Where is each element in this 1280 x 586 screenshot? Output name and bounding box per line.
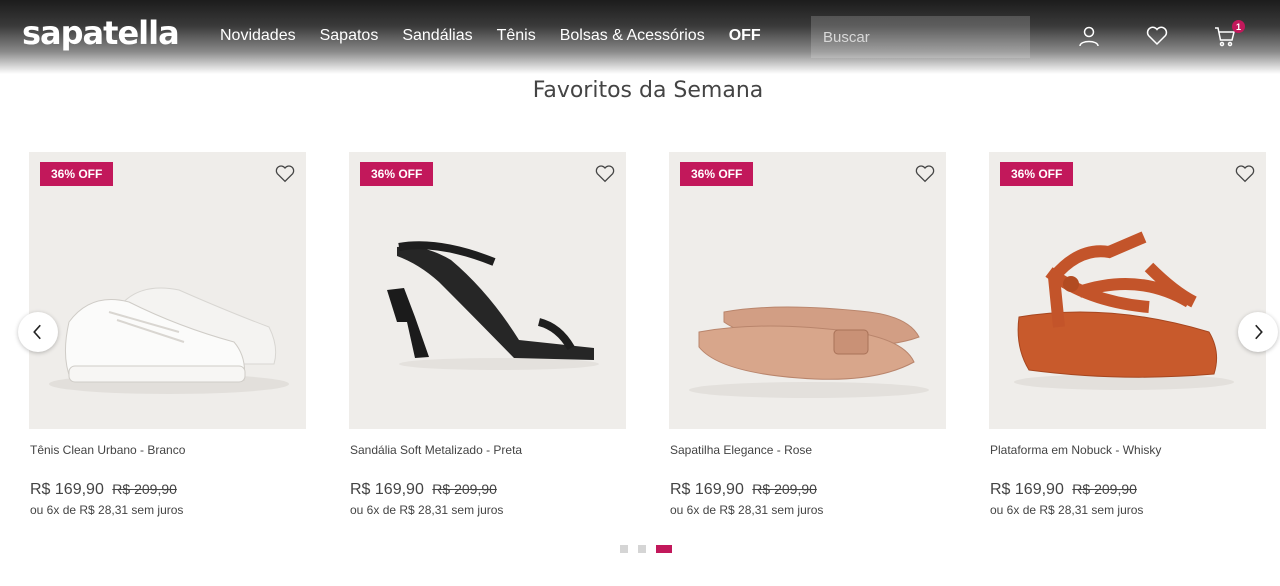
current-price: R$ 169,90 [350,481,424,498]
installments-text: ou 6x de R$ 28,31 sem juros [990,503,1144,517]
discount-badge: 36% OFF [680,162,754,186]
carousel-dot-3-active[interactable] [656,545,672,553]
product-card[interactable]: 36% OFF Sapatilha Elegance - Rose R$ 169… [669,152,946,517]
discount-badge: 36% OFF [1000,162,1074,186]
nav-item-tenis[interactable]: Tênis [497,27,536,45]
nav-item-bolsas[interactable]: Bolsas & Acessórios [560,27,705,45]
product-price: R$ 169,90 R$ 209,90 [670,481,817,499]
product-name[interactable]: Tênis Clean Urbano - Branco [30,443,185,457]
site-header: sapatella Novidades Sapatos Sandálias Tê… [0,0,1280,74]
section-title: Favoritos da Semana [532,78,764,103]
chevron-right-icon [1255,324,1263,340]
platform-illustration [1014,231,1234,390]
product-price: R$ 169,90 R$ 209,90 [990,481,1137,499]
product-card[interactable]: 36% OFF Plataforma em Nobuck - Whisky R$… [989,152,1266,517]
heart-icon[interactable] [1145,24,1169,48]
installments-text: ou 6x de R$ 28,31 sem juros [670,503,824,517]
chevron-left-icon [33,324,41,340]
old-price: R$ 209,90 [432,481,497,497]
heart-icon[interactable] [594,163,616,185]
sandal-illustration [387,241,599,370]
sneaker-illustration [49,287,289,394]
product-name[interactable]: Sandália Soft Metalizado - Preta [350,443,522,457]
user-icon[interactable] [1077,24,1101,48]
product-price: R$ 169,90 R$ 209,90 [350,481,497,499]
old-price: R$ 209,90 [752,481,817,497]
carousel-dot-1[interactable] [620,545,628,553]
current-price: R$ 169,90 [30,481,104,498]
product-price: R$ 169,90 R$ 209,90 [30,481,177,499]
heart-icon[interactable] [274,163,296,185]
product-image[interactable]: 36% OFF [29,152,306,429]
carousel-next-button[interactable] [1238,312,1278,352]
installments-text: ou 6x de R$ 28,31 sem juros [30,503,184,517]
nav-item-sapatos[interactable]: Sapatos [320,27,379,45]
old-price: R$ 209,90 [1072,481,1137,497]
installments-text: ou 6x de R$ 28,31 sem juros [350,503,504,517]
product-image[interactable]: 36% OFF [349,152,626,429]
site-logo[interactable]: sapatella [22,14,180,52]
product-card[interactable]: 36% OFF Tênis Clean Urbano - Branco R$ 1… [29,152,306,517]
cart-count-badge: 1 [1232,20,1245,33]
current-price: R$ 169,90 [990,481,1064,498]
product-image[interactable]: 36% OFF [989,152,1266,429]
product-name[interactable]: Sapatilha Elegance - Rose [670,443,812,457]
product-card[interactable]: 36% OFF Sandália Soft Metalizado - Preta… [349,152,626,517]
product-name[interactable]: Plataforma em Nobuck - Whisky [990,443,1161,457]
carousel-pagination [620,545,672,553]
search-box [811,16,1030,58]
product-image[interactable]: 36% OFF [669,152,946,429]
carousel-prev-button[interactable] [18,312,58,352]
discount-badge: 36% OFF [360,162,434,186]
heart-icon[interactable] [1234,163,1256,185]
old-price: R$ 209,90 [112,481,177,497]
search-input[interactable] [823,28,1022,46]
current-price: R$ 169,90 [670,481,744,498]
main-nav: Novidades Sapatos Sandálias Tênis Bolsas… [220,27,761,45]
flat-illustration [689,306,929,398]
carousel-dot-2[interactable] [638,545,646,553]
nav-item-off[interactable]: OFF [729,27,761,45]
heart-icon[interactable] [914,163,936,185]
nav-item-novidades[interactable]: Novidades [220,27,296,45]
nav-item-sandalias[interactable]: Sandálias [402,27,472,45]
discount-badge: 36% OFF [40,162,114,186]
